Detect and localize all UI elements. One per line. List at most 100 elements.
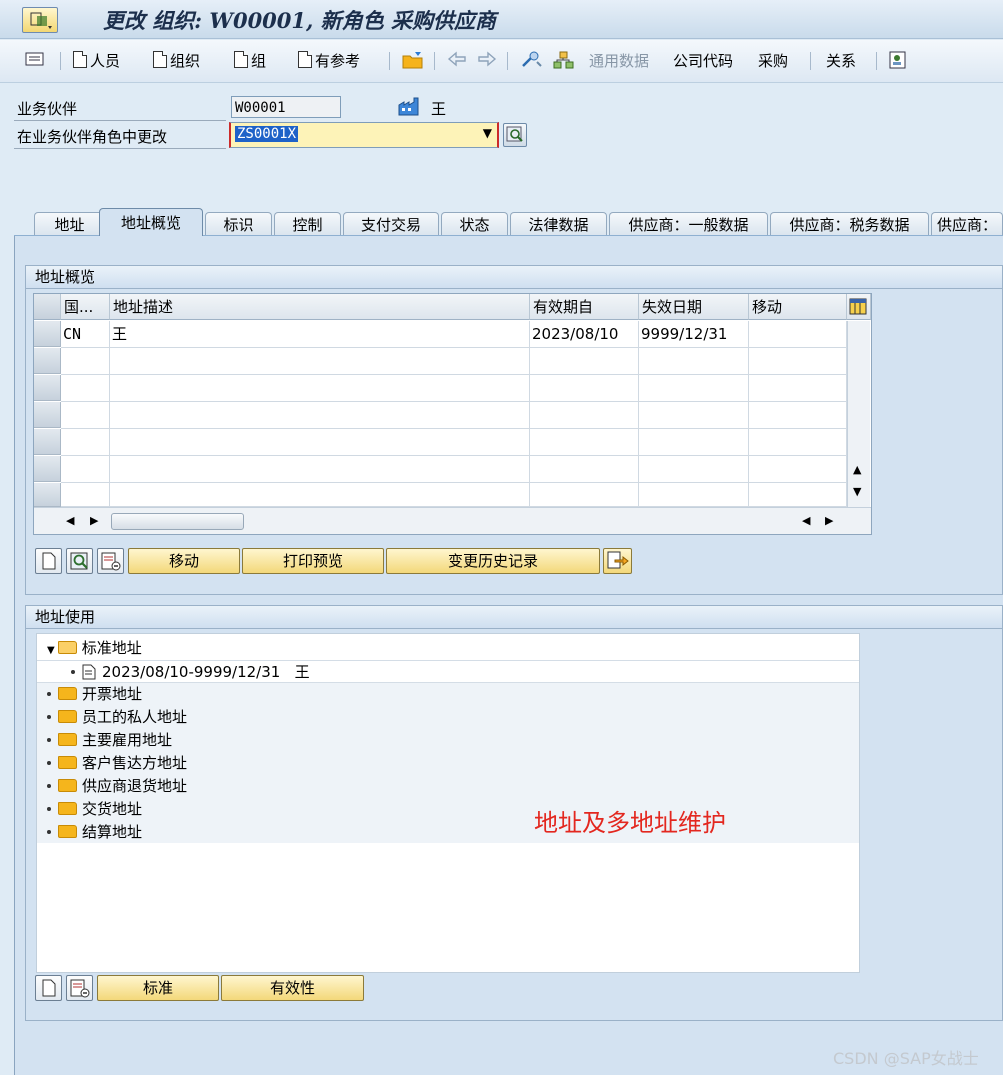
tree-node-label: 客户售达方地址 (82, 754, 188, 772)
new-doc-icon (234, 51, 248, 68)
details-icon[interactable] (24, 50, 46, 72)
tree-node-label: 主要雇用地址 (82, 731, 173, 749)
folder-icon (58, 779, 77, 792)
tree-node-delivery-address[interactable]: 交货地址 (47, 798, 869, 821)
col-move[interactable]: 移动 (749, 294, 847, 320)
search-help-icon[interactable] (503, 123, 527, 147)
group-button[interactable]: 组 (234, 50, 266, 72)
new-doc-icon (73, 51, 87, 68)
annotation-text: 地址及多地址维护 (534, 809, 726, 837)
scroll-thumb[interactable] (111, 513, 244, 530)
address-table[interactable]: 国... 地址描述 有效期自 失效日期 移动 CN 王 2023/08/10 9… (33, 293, 872, 535)
vertical-scrollbar[interactable]: ▲ ▼ (847, 321, 870, 507)
bp-role-dropdown[interactable]: ZS0001X ▼ (229, 122, 499, 148)
create-address-button[interactable] (35, 548, 62, 574)
select-all-cell[interactable] (34, 294, 61, 320)
tab-address[interactable]: 地址 (34, 212, 105, 236)
new-doc-icon (298, 51, 312, 68)
back-arrow-icon[interactable] (446, 50, 468, 72)
expand-arrow-icon[interactable]: ▼ (47, 645, 55, 656)
delete-usage-button[interactable] (66, 975, 93, 1001)
forward-arrow-icon[interactable] (476, 50, 498, 72)
tree-node-main-employment-address[interactable]: 主要雇用地址 (47, 729, 869, 752)
table-row[interactable] (34, 483, 847, 507)
standard-button[interactable]: 标准 (97, 975, 219, 1001)
tree-node-employee-private-address[interactable]: 员工的私人地址 (47, 706, 869, 729)
person-label: 人员 (90, 52, 121, 70)
scroll-down-icon[interactable]: ▼ (853, 485, 861, 498)
group-label: 组 (251, 52, 267, 70)
business-partner-card-icon[interactable] (887, 50, 909, 72)
create-usage-button[interactable] (35, 975, 62, 1001)
title-bar: 更改 组织: W00001, 新角色 采购供应商 (0, 0, 1003, 39)
table-row[interactable] (34, 375, 847, 402)
tab-vendor-general-data[interactable]: 供应商：一般数据 (609, 212, 768, 236)
organization-icon (397, 96, 421, 122)
table-row[interactable] (34, 429, 847, 456)
col-country[interactable]: 国... (61, 294, 110, 320)
company-code-button[interactable]: 公司代码 (673, 50, 733, 72)
business-partner-field[interactable]: W00001 (231, 96, 341, 118)
scroll-right-icon[interactable]: ▶ (90, 514, 98, 527)
with-reference-button[interactable]: 有参考 (298, 50, 360, 72)
row-selector[interactable] (34, 321, 61, 347)
tab-vendor-more[interactable]: 供应商： (931, 212, 1003, 236)
tree-node-label: 开票地址 (82, 685, 143, 703)
address-usage-tree[interactable]: ▼ 标准地址 2023/08/10-9999/12/31 王 开票地址 员工的私人… (36, 633, 860, 973)
cell-valid-from: 2023/08/10 (530, 321, 639, 348)
folder-icon (58, 733, 77, 746)
col-address-description[interactable]: 地址描述 (110, 294, 530, 320)
horizontal-scrollbar[interactable]: ◀ ▶ ◀ ▶ (34, 507, 871, 534)
delete-address-button[interactable] (97, 548, 124, 574)
tab-legal-data[interactable]: 法律数据 (510, 212, 607, 236)
relationships-button[interactable]: 关系 (826, 50, 856, 72)
tree-node-settlement-address[interactable]: 结算地址 (47, 821, 869, 844)
switch-mode-icon[interactable] (520, 50, 544, 72)
purchasing-button[interactable]: 采购 (758, 50, 788, 72)
tab-control[interactable]: 控制 (274, 212, 341, 236)
tree-node-vendor-return-address[interactable]: 供应商退货地址 (47, 775, 869, 798)
export-icon[interactable] (603, 548, 632, 574)
scroll-left-end-icon[interactable]: ◀ (802, 514, 810, 527)
print-preview-button[interactable]: 打印预览 (242, 548, 384, 574)
chevron-down-icon[interactable]: ▼ (483, 126, 492, 140)
cell-country: CN (61, 321, 110, 348)
col-valid-from[interactable]: 有效期自 (530, 294, 639, 320)
tree-node-customer-soldto-address[interactable]: 客户售达方地址 (47, 752, 869, 775)
tab-identification[interactable]: 标识 (205, 212, 272, 236)
tab-status[interactable]: 状态 (441, 212, 508, 236)
open-folder-icon[interactable] (401, 50, 425, 72)
tree-node-address-entry[interactable]: 2023/08/10-9999/12/31 王 (37, 660, 859, 683)
scroll-left-icon[interactable]: ◀ (66, 514, 74, 527)
display-address-button[interactable] (66, 548, 93, 574)
table-row[interactable] (34, 348, 847, 375)
tree-node-standard-address[interactable]: ▼ 标准地址 (47, 637, 869, 660)
col-valid-to[interactable]: 失效日期 (639, 294, 749, 320)
table-row[interactable] (34, 402, 847, 429)
person-button[interactable]: 人员 (73, 50, 120, 72)
change-history-button[interactable]: 变更历史记录 (386, 548, 600, 574)
new-doc-icon (153, 51, 167, 68)
menu-icon[interactable] (22, 7, 58, 33)
layout-settings-icon[interactable] (847, 294, 871, 320)
window-title: 更改 组织: W00001, 新角色 采购供应商 (103, 8, 496, 33)
tab-address-overview[interactable]: 地址概览 (99, 208, 203, 236)
move-button[interactable]: 移动 (128, 548, 240, 574)
table-row[interactable]: CN 王 2023/08/10 9999/12/31 (34, 321, 847, 348)
scroll-right-end-icon[interactable]: ▶ (825, 514, 833, 527)
table-row[interactable] (34, 456, 847, 483)
general-data-button[interactable]: 通用数据 (589, 50, 649, 72)
tab-payment-transactions[interactable]: 支付交易 (343, 212, 439, 236)
watermark: CSDN @SAP女战士 (833, 1049, 979, 1068)
validity-button[interactable]: 有效性 (221, 975, 364, 1001)
role-label: 在业务伙伴角色中更改 (17, 128, 168, 146)
bp-name: 王 (431, 100, 447, 118)
hierarchy-icon[interactable] (552, 50, 576, 72)
tab-vendor-tax-data[interactable]: 供应商：税务数据 (770, 212, 929, 236)
role-value: ZS0001X (235, 126, 299, 142)
cell-valid-to: 9999/12/31 (639, 321, 749, 348)
scroll-up-icon[interactable]: ▲ (853, 463, 861, 476)
org-button[interactable]: 组织 (153, 50, 200, 72)
cell-move (749, 321, 847, 348)
tree-node-invoice-address[interactable]: 开票地址 (47, 683, 869, 706)
